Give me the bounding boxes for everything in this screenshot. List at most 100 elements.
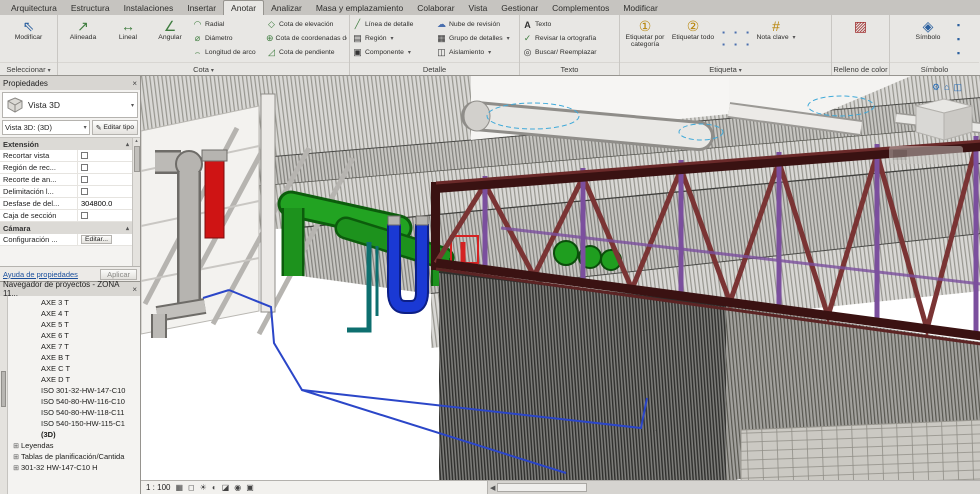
revision-cloud-button[interactable]: ☁ Nube de revisión <box>436 18 517 31</box>
expand-icon[interactable]: ⊞ <box>11 464 21 472</box>
tree-item[interactable]: AXE 5 T <box>8 319 140 330</box>
tree-item[interactable]: ⊞ Leyendas <box>8 440 140 451</box>
symbol-tool-button[interactable]: ▪ <box>953 18 964 31</box>
tree-item[interactable]: ⊞ 301-32 HW-147-C10 H <box>8 462 140 473</box>
panel-label-cota[interactable]: Cota ▾ <box>58 62 349 75</box>
panel-label-etiqueta[interactable]: Etiqueta ▾ <box>620 62 831 75</box>
tree-item[interactable]: AXE 7 T <box>8 341 140 352</box>
view-cube[interactable] <box>915 98 973 141</box>
spot-coordinate-button[interactable]: ⊕Cota de coordenadas de punto <box>266 32 347 45</box>
close-icon[interactable]: × <box>132 285 137 294</box>
sun-path-icon[interactable]: ☀ <box>200 483 207 492</box>
panel-label-seleccionar[interactable]: Seleccionar ▾ <box>0 62 57 75</box>
detail-line-button[interactable]: ╱ Línea de detalle <box>352 18 434 31</box>
tree-item[interactable]: ISO 540-150-HW-115-C1 <box>8 418 140 429</box>
symbol-tool-button[interactable]: ▪ <box>953 32 964 45</box>
edit-type-button[interactable]: ✎ Editar tipo <box>91 120 138 135</box>
tag-tool-icon[interactable]: ▪ <box>718 39 729 50</box>
find-replace-button[interactable]: ◎ Buscar/ Reemplazar <box>522 46 617 59</box>
panel-label-texto[interactable]: Texto <box>520 62 619 75</box>
scrollbar-thumb[interactable] <box>1 371 6 408</box>
modify-button[interactable]: ⇖ Modificar <box>6 16 52 62</box>
region-button[interactable]: ▤ Región ▾ <box>352 32 434 45</box>
type-selector[interactable]: Vista 3D ▾ <box>2 92 138 118</box>
keynote-button[interactable]: # Nota clave ▾ <box>755 16 797 62</box>
ribbon-tab[interactable]: Anotar <box>223 0 265 15</box>
checkbox[interactable] <box>81 164 88 171</box>
tree-item[interactable]: (3D) <box>8 429 140 440</box>
tag-tool-icon[interactable]: ▪ <box>742 27 753 38</box>
tag-all-button[interactable]: ② Etiquetar todo <box>670 16 716 62</box>
tree-item[interactable]: AXE D T <box>8 374 140 385</box>
diameter-dimension-button[interactable]: ⌀ Diámetro <box>192 32 264 45</box>
properties-help-link[interactable]: Ayuda de propiedades <box>3 270 78 279</box>
shadows-icon[interactable]: ◐ <box>212 483 217 492</box>
property-value[interactable]: 304800.0 <box>77 198 132 209</box>
ribbon-tab[interactable]: Arquitectura <box>4 1 64 15</box>
checkbox[interactable] <box>81 188 88 195</box>
visual-style-icon[interactable]: ▣ <box>246 483 254 492</box>
ribbon-tab[interactable]: Analizar <box>264 1 309 15</box>
tree-item[interactable]: ISO 540-80-HW-116-C10 <box>8 396 140 407</box>
camera-edit-button[interactable]: Editar... <box>81 235 113 244</box>
arc-length-button[interactable]: ⌢ Longitud de arco <box>192 46 264 59</box>
tag-tool-icon[interactable]: ▪ <box>730 27 741 38</box>
expand-icon[interactable]: ⊞ <box>11 442 21 450</box>
tag-tool-icon[interactable]: ▪ <box>742 39 753 50</box>
ribbon-tab[interactable]: Gestionar <box>494 1 545 15</box>
checkbox[interactable] <box>81 152 88 159</box>
tree-item[interactable]: AXE B T <box>8 352 140 363</box>
scroll-left-icon[interactable]: ◀ <box>490 484 495 492</box>
linear-dimension-button[interactable]: ↔ Lineal <box>108 16 148 62</box>
aligned-dimension-button[interactable]: ↗ Alineada <box>60 16 106 62</box>
angular-dimension-button[interactable]: ∠ Angular <box>150 16 190 62</box>
tag-tool-icon[interactable]: ▪ <box>730 39 741 50</box>
apply-button[interactable]: Aplicar <box>100 268 137 280</box>
navigation-wheel-icon[interactable]: ⚙ <box>932 82 940 92</box>
home-icon[interactable]: ⌂ <box>944 82 949 92</box>
insulation-button[interactable]: ◫ Aislamiento ▾ <box>436 46 517 59</box>
ribbon-tab[interactable]: Complementos <box>545 1 616 15</box>
tag-by-category-button[interactable]: ① Etiquetar por categoría <box>622 16 668 62</box>
expand-icon[interactable]: ⊞ <box>11 453 21 461</box>
color-fill-button[interactable]: ▨ <box>838 16 884 62</box>
ribbon-tab[interactable]: Masa y emplazamiento <box>309 1 410 15</box>
checkbox[interactable] <box>81 212 88 219</box>
ribbon-tab[interactable]: Insertar <box>180 1 223 15</box>
symbol-tool-button[interactable]: ▪ <box>953 46 964 59</box>
tag-tool-icon[interactable]: ▪ <box>718 27 729 38</box>
section-header-camera[interactable]: Cámara ▴ <box>0 222 132 234</box>
ribbon-tab[interactable]: Vista <box>462 1 495 15</box>
checkbox[interactable] <box>81 176 88 183</box>
spot-slope-button[interactable]: ◿ Cota de pendiente <box>266 46 347 59</box>
spelling-button[interactable]: ✓ Revisar la ortografía <box>522 32 617 45</box>
crop-region-icon[interactable]: ◻ <box>188 483 195 492</box>
symbol-button[interactable]: ◈ Símbolo <box>905 16 951 62</box>
radial-dimension-button[interactable]: ◠ Radial <box>192 18 264 31</box>
tree-item[interactable]: AXE C T <box>8 363 140 374</box>
reveal-hidden-icon[interactable]: ◉ <box>234 483 241 492</box>
tree-item[interactable]: AXE 6 T <box>8 330 140 341</box>
instance-selector[interactable]: Vista 3D: (3D) ▾ <box>2 120 90 135</box>
tree-item[interactable]: ISO 301-32-HW-147-C10 <box>8 385 140 396</box>
ribbon-tab[interactable]: Modificar <box>616 1 664 15</box>
panel-label-simbolo[interactable]: Símbolo <box>890 62 979 75</box>
properties-scrollbar[interactable]: ▴ <box>132 138 140 266</box>
scrollbar-thumb[interactable] <box>133 146 140 172</box>
browser-scrollbar[interactable] <box>0 296 8 494</box>
component-button[interactable]: ▣ Componente ▾ <box>352 46 434 59</box>
panel-label-relleno[interactable]: Relleno de color <box>832 62 889 75</box>
panel-label-detalle[interactable]: Detalle <box>350 62 519 75</box>
drawing-area[interactable]: ⚙ ⌂ ◫ 1 : 100 ▦ ◻ ☀ ◐ ◪ ◉ ▣ ◀ <box>141 76 980 494</box>
horizontal-scrollbar[interactable]: ◀ <box>487 480 980 494</box>
detail-group-button[interactable]: ▦ Grupo de detalles ▾ <box>436 32 517 45</box>
hide-isolate-icon[interactable]: ◪ <box>222 483 230 492</box>
ribbon-tab[interactable]: Estructura <box>64 1 117 15</box>
options-icon[interactable]: ◫ <box>953 82 962 92</box>
scale-control[interactable]: 1 : 100 <box>146 483 170 492</box>
scrollbar-thumb[interactable] <box>497 483 588 492</box>
spot-elevation-button[interactable]: ◇ Cota de elevación <box>266 18 347 31</box>
tree-item[interactable]: AXE 3 T <box>8 297 140 308</box>
ribbon-tab[interactable]: Colaborar <box>410 1 461 15</box>
scroll-up-icon[interactable]: ▴ <box>135 138 138 144</box>
